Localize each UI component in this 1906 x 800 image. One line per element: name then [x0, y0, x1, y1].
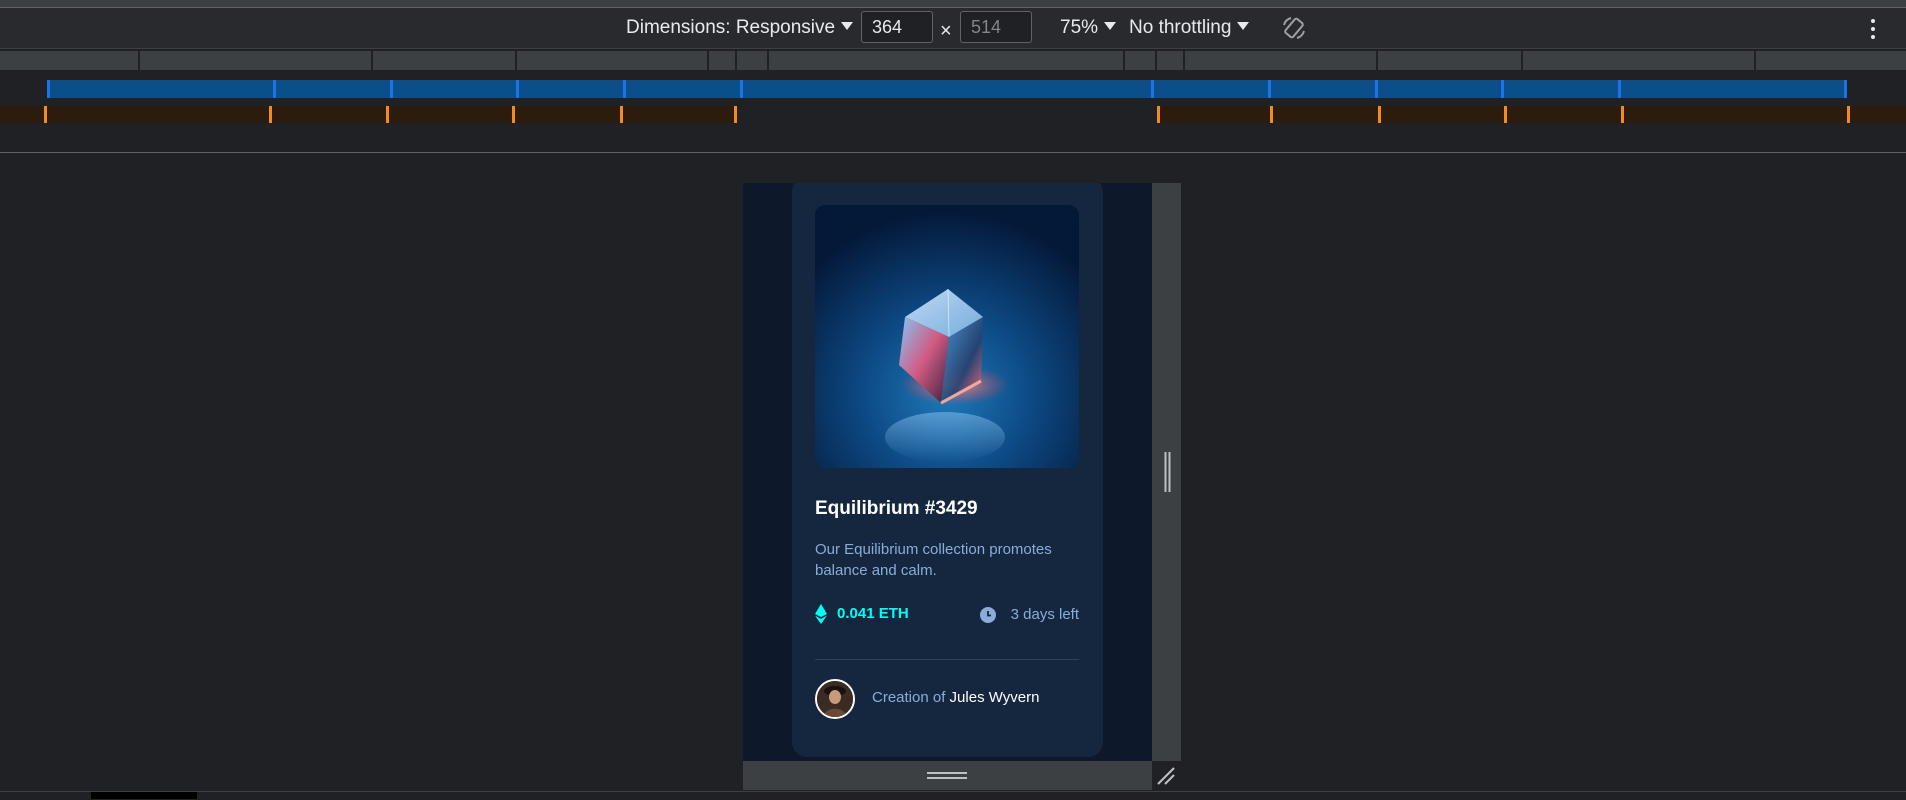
kebab-icon[interactable]: [1867, 16, 1879, 42]
media-query-segment[interactable]: [1378, 51, 1523, 70]
media-query-segment[interactable]: [743, 80, 1154, 98]
media-query-segment[interactable]: [373, 51, 517, 70]
media-query-segment[interactable]: [1850, 106, 1906, 123]
media-query-segment[interactable]: [272, 106, 389, 123]
media-query-segment[interactable]: [389, 106, 515, 123]
media-query-segment[interactable]: [626, 80, 743, 98]
media-query-segment[interactable]: [1185, 51, 1378, 70]
creator-row: Creation of Jules Wyvern: [815, 679, 1079, 719]
media-query-segment[interactable]: [1125, 51, 1157, 70]
media-query-segment[interactable]: [709, 51, 737, 70]
media-query-segment[interactable]: [0, 106, 47, 123]
rotate-icon[interactable]: [1280, 14, 1308, 42]
caret-down-icon: [1237, 22, 1250, 30]
creator-name[interactable]: Jules Wyvern: [950, 689, 1040, 706]
price-row: 0.041 ETH 3 days left: [815, 603, 1079, 627]
price-value: 0.041 ETH: [837, 605, 909, 622]
media-query-segment[interactable]: [1157, 106, 1273, 123]
height-input[interactable]: 514: [960, 11, 1032, 43]
caret-down-icon: [841, 22, 854, 30]
media-query-segment[interactable]: [515, 106, 623, 123]
media-query-bars: [0, 49, 1906, 153]
caret-down-icon: [1104, 22, 1117, 30]
media-query-segment[interactable]: [519, 80, 626, 98]
media-query-segment[interactable]: [276, 80, 393, 98]
zoom-label: 75%: [1060, 17, 1099, 38]
creator-credit: Creation of Jules Wyvern: [872, 689, 1039, 706]
media-query-segment[interactable]: [1756, 51, 1906, 70]
avatar-icon: [817, 681, 853, 717]
times-sign: ×: [940, 20, 952, 42]
time-left: 3 days left: [1010, 606, 1079, 623]
ethereum-icon: [815, 604, 827, 624]
media-query-segment[interactable]: [769, 51, 1125, 70]
nft-card: Equilibrium #3429 Our Equilibrium collec…: [792, 183, 1103, 757]
glass-cube-icon: [815, 205, 1079, 468]
vertical-resize-handle-icon[interactable]: [1164, 452, 1171, 492]
media-query-segment[interactable]: [0, 51, 140, 70]
avatar: [815, 679, 855, 719]
media-query-segment[interactable]: [1523, 51, 1756, 70]
media-query-segment[interactable]: [47, 80, 276, 98]
creator-prefix: Creation of: [872, 689, 946, 706]
width-input[interactable]: 364: [861, 11, 933, 43]
media-query-segment[interactable]: [517, 51, 709, 70]
corner-resize-handle-icon[interactable]: [1156, 766, 1176, 786]
media-query-segment[interactable]: [1621, 80, 1847, 98]
media-query-segment[interactable]: [1271, 80, 1378, 98]
media-query-row-min-max: [0, 51, 1906, 70]
media-query-segment[interactable]: [623, 106, 737, 123]
zoom-dropdown[interactable]: 75%: [1060, 16, 1117, 40]
media-query-segment[interactable]: [737, 51, 769, 70]
media-query-segment[interactable]: [1504, 80, 1621, 98]
dimensions-dropdown[interactable]: Dimensions: Responsive: [626, 16, 854, 40]
media-query-segment[interactable]: [1378, 80, 1504, 98]
media-query-row-max-width: [0, 80, 1906, 98]
media-query-segment[interactable]: [1273, 106, 1381, 123]
card-description: Our Equilibrium collection promotes bala…: [815, 541, 1052, 579]
dimensions-label: Dimensions: Responsive: [626, 17, 836, 38]
media-query-row-min-width: [0, 106, 1906, 123]
media-query-segment[interactable]: [1154, 80, 1271, 98]
media-query-segment[interactable]: [393, 80, 519, 98]
nft-image[interactable]: [815, 205, 1079, 468]
media-query-segment[interactable]: [140, 51, 373, 70]
device-toolbar: Dimensions: Responsive 364 × 514 75% No …: [0, 8, 1906, 49]
media-query-segment[interactable]: [1507, 106, 1624, 123]
throttling-dropdown[interactable]: No throttling: [1129, 16, 1250, 40]
device-viewport: Equilibrium #3429 Our Equilibrium collec…: [743, 183, 1152, 761]
horizontal-resize-handle-icon[interactable]: [927, 771, 967, 781]
card-divider: [815, 659, 1079, 660]
media-query-segment[interactable]: [1624, 106, 1850, 123]
window-top-edge: [0, 0, 1906, 8]
media-query-segment[interactable]: [1381, 106, 1507, 123]
clock-icon: [980, 607, 996, 623]
throttling-label: No throttling: [1129, 17, 1232, 38]
card-title[interactable]: Equilibrium #3429: [815, 498, 978, 520]
media-query-segment[interactable]: [47, 106, 272, 123]
bottom-tab-indicator: [91, 792, 197, 799]
media-query-segment[interactable]: [1157, 51, 1185, 70]
